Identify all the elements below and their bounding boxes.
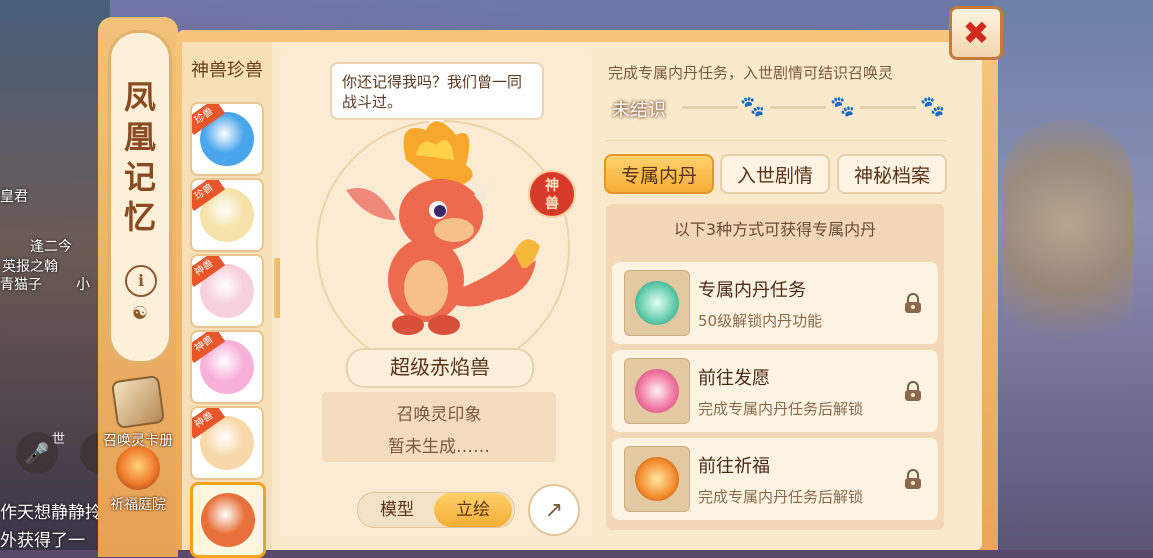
pet-speech-bubble: 你还记得我吗？我们曾一同战斗过。 [330,62,544,128]
divider [606,140,946,141]
pet-foot [392,315,424,335]
method-title: 专属内丹任务 [698,280,806,301]
info-icon[interactable]: i [125,265,157,297]
close-icon: ✖ [962,14,990,52]
player-name: 皇君 [0,189,28,205]
paw-icon: 🐾 [830,94,855,118]
pet-illustration [346,121,540,335]
world-channel-label: 世 [52,432,66,447]
lantern-icon [116,446,160,490]
method-title: 前往发愿 [698,368,770,389]
pet-avatar [201,493,255,547]
pet-list-title: 神兽珍兽 [191,60,263,81]
bond-line [770,106,826,109]
view-artwork-option[interactable]: 立绘 [434,493,512,527]
pet-list-item[interactable]: 珍兽 [190,178,264,252]
bond-line [860,106,916,109]
tab-world-story[interactable]: 入世剧情 [720,154,830,194]
card-album-button[interactable]: 召唤灵卡册 [96,374,180,450]
impression-status: 暂未生成…… [388,437,490,457]
banner-title: 凤凰记忆 [111,77,169,237]
jade-orb-icon [624,270,690,336]
methods-title: 以下3种方式可获得专属内丹 [673,220,877,239]
banner-scroll: 凤凰记忆 i ☯ [108,30,172,364]
lock-icon [905,381,921,401]
lantern-icon [624,446,690,512]
peony-icon [624,358,690,424]
bond-hint: 完成专属内丹任务，入世剧情可结识召唤灵 [608,64,894,82]
card-album-icon [110,374,166,430]
chat-message: 作天想静静拎 [0,503,102,523]
lock-icon [905,293,921,313]
player-name: 英报之翰 [2,259,58,275]
pet-list-item[interactable]: 神兽 [190,406,264,480]
left-wing [346,188,396,220]
bond-progress: 未结识 🐾 🐾 🐾 [606,92,946,132]
pet-list-item[interactable]: 珍兽 [190,102,264,176]
view-mode-toggle: 模型 立绘 [357,492,515,528]
paw-icon: 🐾 [740,94,765,118]
divine-beast-seal: 神兽 [528,170,576,218]
share-icon: ↗ [544,497,564,523]
share-button[interactable]: ↗ [528,484,580,536]
pet-foot [428,315,460,335]
pet-list-item[interactable]: 神兽 [190,330,264,404]
bond-status: 未结识 [612,100,666,121]
blessing-court-button[interactable]: 祈福庭院 [96,446,180,514]
pet-name-plate: 超级赤焰兽 [346,348,534,388]
pet-pupil [434,205,446,217]
lock-icon [905,469,921,489]
player-name: 青猫子 [0,277,42,293]
method-desc: 完成专属内丹任务后解锁 [698,488,864,506]
view-model-option[interactable]: 模型 [358,493,436,527]
dragon-statue [1003,120,1133,380]
pet-snout [434,218,474,242]
method-desc: 50级解锁内丹功能 [698,312,823,330]
method-desc: 完成专属内丹任务后解锁 [698,400,864,418]
impression-box: 召唤灵印象 暂未生成…… [322,392,556,462]
chat-message: 外获得了一 [0,531,85,551]
tab-exclusive-core[interactable]: 专属内丹 [604,154,714,194]
mascot-icon: ☯ [131,303,149,324]
method-pray-blessing[interactable]: 前往祈福 完成专属内丹任务后解锁 [612,438,938,520]
banner-title-text: 凤凰记忆 [123,78,156,236]
player-name: 逢二今 [30,239,72,255]
pet-belly [404,260,448,316]
bond-line [682,106,738,109]
tab-secret-archive[interactable]: 神秘档案 [837,154,947,194]
pet-list-item[interactable] [190,482,266,558]
mic-icon: 🎤 [24,441,50,465]
blessing-court-label: 祈福庭院 [110,497,166,513]
seal-text: 神兽 [545,178,559,212]
method-title: 前往祈福 [698,456,770,477]
method-make-wish[interactable]: 前往发愿 完成专属内丹任务后解锁 [612,350,938,432]
player-name: 小 [76,277,90,293]
method-core-quest[interactable]: 专属内丹任务 50级解锁内丹功能 [612,262,938,344]
close-button[interactable]: ✖ [949,6,1003,60]
paw-icon: 🐾 [920,94,945,118]
pet-list-item[interactable]: 神兽 [190,254,264,328]
impression-title: 召唤灵印象 [396,405,482,425]
